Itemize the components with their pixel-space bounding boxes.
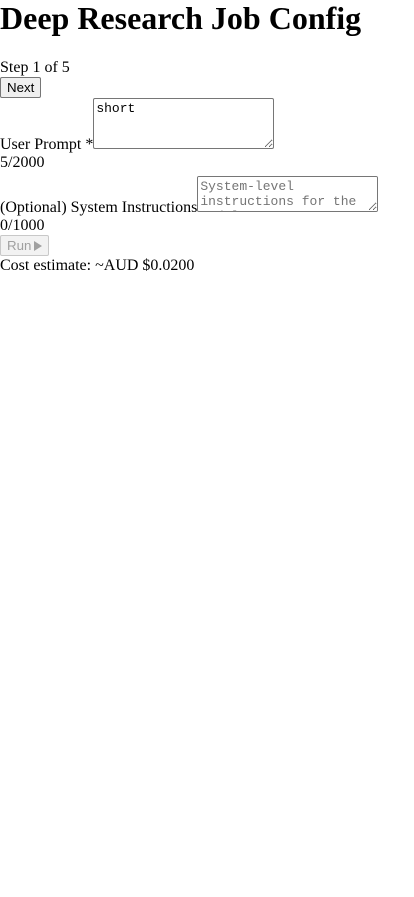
next-button-row: Next bbox=[0, 77, 414, 98]
cost-estimate: Cost estimate: ~AUD $0.0200 bbox=[0, 257, 195, 274]
user-prompt-row: User Prompt * bbox=[0, 98, 414, 154]
system-instructions-counter: 0/1000 bbox=[0, 217, 45, 234]
step-indicator: Step 1 of 5 bbox=[0, 59, 70, 76]
system-instructions-label: (Optional) System Instructions bbox=[0, 199, 198, 216]
next-button[interactable]: Next bbox=[0, 77, 42, 98]
play-icon bbox=[34, 241, 43, 251]
system-instructions-row: (Optional) System Instructions bbox=[0, 176, 414, 217]
run-button-label: Run bbox=[7, 238, 32, 253]
run-button-row: Run bbox=[0, 235, 414, 256]
run-button[interactable]: Run bbox=[0, 235, 50, 256]
user-prompt-textarea[interactable] bbox=[93, 98, 275, 149]
user-prompt-counter: 5/2000 bbox=[0, 154, 45, 171]
page-title: Deep Research Job Config bbox=[0, 0, 362, 36]
user-prompt-label: User Prompt * bbox=[0, 136, 94, 153]
system-instructions-textarea[interactable] bbox=[197, 176, 379, 212]
